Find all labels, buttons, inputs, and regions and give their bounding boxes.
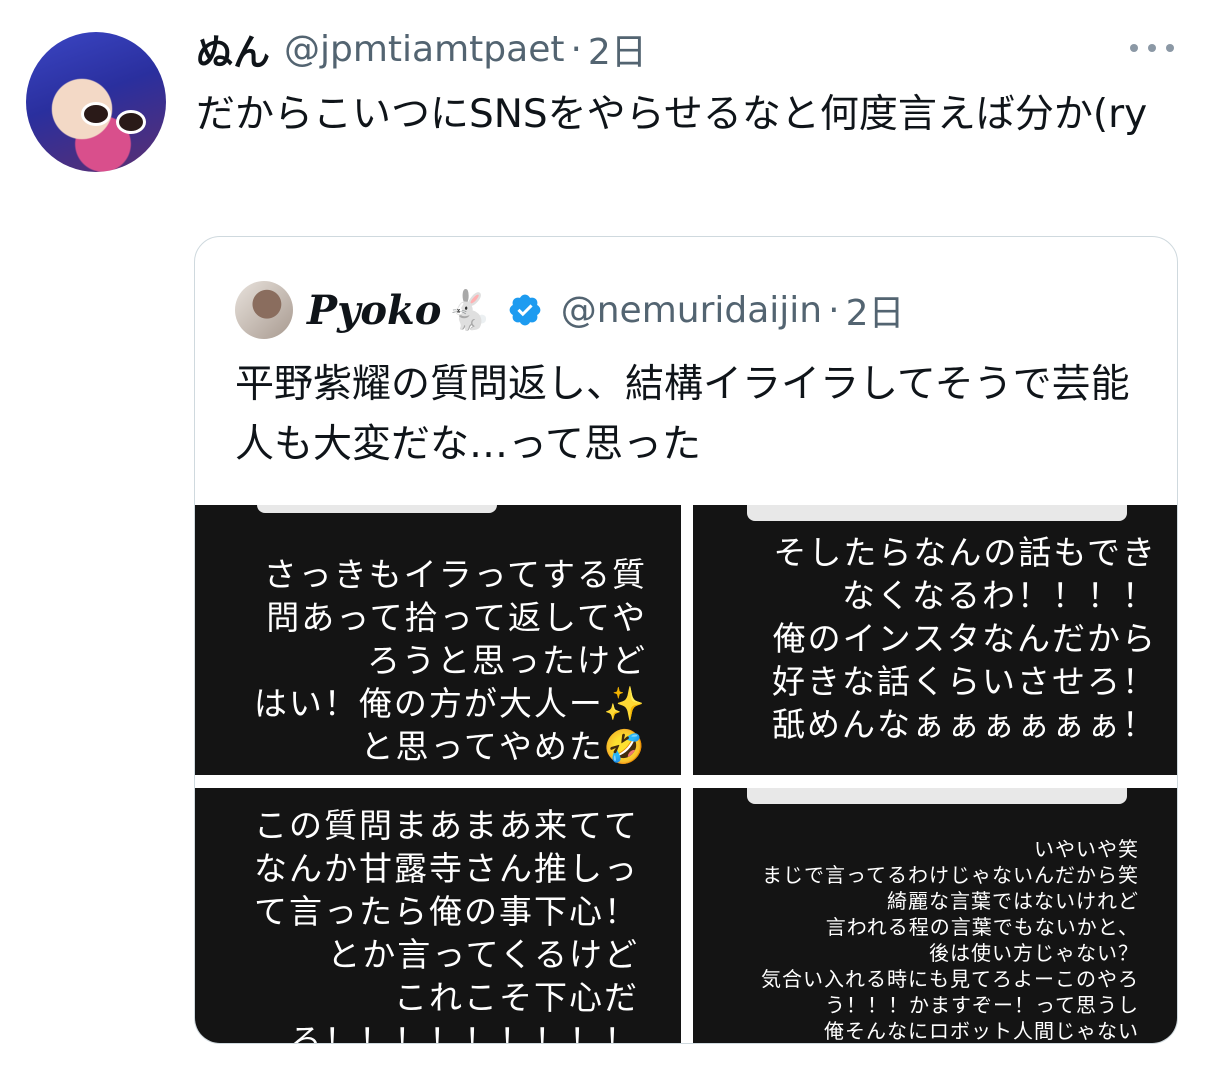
rabbit-emoji: 🐇 xyxy=(445,287,493,332)
timestamp[interactable]: 2日 xyxy=(588,23,647,75)
story-sticker-bar xyxy=(747,788,1127,804)
display-name[interactable]: ぬん xyxy=(196,22,270,76)
avatar-eye-left xyxy=(81,102,111,126)
image-grid: さっきもイラってする質 問あって拾って返してや ろうと思ったけど はい！俺の方が… xyxy=(195,505,1177,1043)
story-image-2[interactable]: そしたらなんの話もでき なくなるわ！！！！ 俺のインスタなんだから 好きな話くら… xyxy=(693,505,1177,775)
story-text: いやいや笑 まじで言ってるわけじゃないんだから笑 綺麗な言葉ではないけれど 言わ… xyxy=(761,837,1139,1043)
dot xyxy=(1166,44,1174,52)
tweet-text: だからこいつにSNSをやらせるなと何度言えば分か(ry xyxy=(196,92,1148,137)
quoted-user-avatar[interactable] xyxy=(235,281,293,339)
quoted-timestamp[interactable]: 2日 xyxy=(846,284,905,336)
separator-dot: · xyxy=(828,289,840,331)
avatar-eye-right xyxy=(116,110,146,134)
separator-dot: · xyxy=(570,28,582,70)
story-sticker-bar xyxy=(257,505,497,513)
story-sticker-bar xyxy=(747,505,1127,521)
story-image-1[interactable]: さっきもイラってする質 問あって拾って返してや ろうと思ったけど はい！俺の方が… xyxy=(195,505,681,775)
tweet-header: ぬん @jpmtiamtpaet · 2日 xyxy=(196,22,647,76)
dot xyxy=(1148,44,1156,52)
user-handle[interactable]: @jpmtiamtpaet xyxy=(284,29,564,70)
quoted-tweet-header: Pyoko 🐇 @nemuridaijin · 2日 xyxy=(307,281,904,339)
story-text: そしたらなんの話もでき なくなるわ！！！！ 俺のインスタなんだから 好きな話くら… xyxy=(772,533,1157,744)
dot xyxy=(1130,44,1138,52)
story-image-3[interactable]: この質問まあまあ来てて なんか甘露寺さん推しっ て言ったら俺の事下心！ とか言っ… xyxy=(195,788,681,1043)
story-image-4[interactable]: いやいや笑 まじで言ってるわけじゃないんだから笑 綺麗な言葉ではないけれど 言わ… xyxy=(693,788,1177,1043)
quoted-display-name[interactable]: Pyoko xyxy=(307,287,441,334)
quoted-user-handle[interactable]: @nemuridaijin xyxy=(561,290,822,331)
story-text: この質問まあまあ来てて なんか甘露寺さん推しっ て言ったら俺の事下心！ とか言っ… xyxy=(254,806,639,1043)
verified-badge-icon xyxy=(509,294,541,326)
user-avatar[interactable] xyxy=(26,32,166,172)
story-text: さっきもイラってする質 問あって拾って返してや ろうと思ったけど はい！俺の方が… xyxy=(253,555,647,766)
quoted-tweet-text: 平野紫耀の質問返し、結構イライラしてそうで芸能人も大変だな…って思った xyxy=(235,362,1130,467)
more-options-icon[interactable] xyxy=(1130,36,1174,60)
quoted-tweet[interactable]: Pyoko 🐇 @nemuridaijin · 2日 平野紫耀の質問返し、結構イ… xyxy=(194,236,1178,1044)
